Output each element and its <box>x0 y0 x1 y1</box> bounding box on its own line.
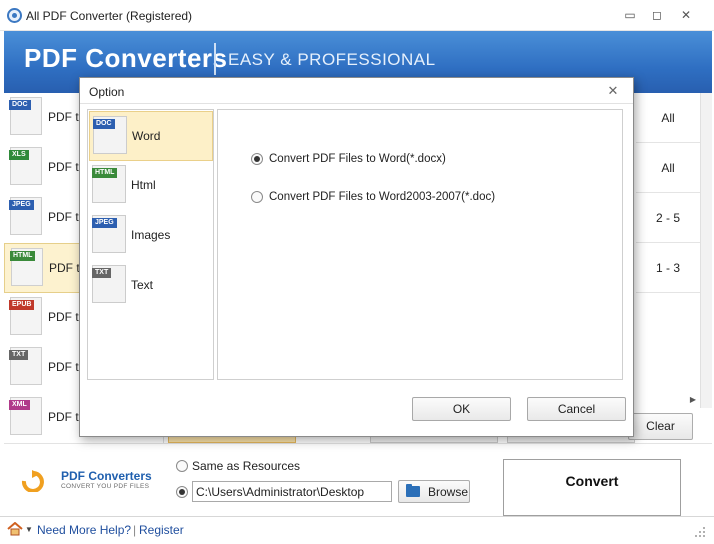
doc-file-icon: DOC <box>93 116 127 154</box>
html-file-icon: HTML <box>10 248 43 286</box>
vertical-scrollbar[interactable] <box>700 93 712 408</box>
logo-subtitle: CONVERT YOU PDF FILES <box>61 483 150 490</box>
banner-divider <box>214 43 216 75</box>
dialog-close-icon[interactable]: ✕ <box>605 83 621 99</box>
page-range-cell[interactable]: 2 - 5 <box>636 193 700 243</box>
page-range-cell[interactable]: 1 - 3 <box>636 243 700 293</box>
app-icon <box>7 8 22 23</box>
word-options-panel: Convert PDF Files to Word(*.docx) Conver… <box>217 109 623 380</box>
dialog-title-bar: Option ✕ <box>80 78 633 104</box>
maximize-button[interactable]: ◻ <box>645 6 669 24</box>
option-item-text[interactable]: TXT Text <box>89 261 213 311</box>
chevron-down-icon[interactable]: ▼ <box>25 525 33 534</box>
doc-file-icon: DOC <box>9 97 42 135</box>
dialog-title: Option <box>89 85 125 99</box>
register-link[interactable]: Register <box>139 523 184 537</box>
docx-format-radio[interactable] <box>251 153 263 165</box>
logo-arrow-icon <box>21 470 44 492</box>
doc-format-radio[interactable] <box>251 191 263 203</box>
title-bar: All PDF Converter (Registered) ▭ ◻ ✕ <box>0 0 714 31</box>
option-dialog: Option ✕ DOC Word HTML Html JPEG Images … <box>79 77 634 437</box>
clear-button[interactable]: Clear <box>628 413 693 440</box>
page-range-cell[interactable]: All <box>636 143 700 193</box>
custom-path-radio[interactable] <box>176 486 188 498</box>
browse-label: Browse <box>428 485 469 499</box>
output-path-input[interactable] <box>192 481 392 502</box>
option-item-label: Text <box>131 278 154 292</box>
jpeg-file-icon: JPEG <box>92 215 126 253</box>
same-as-resources-radio[interactable] <box>176 460 188 472</box>
brand-title: PDF Converters <box>24 43 228 73</box>
convert-button[interactable]: Convert <box>503 459 681 516</box>
same-as-resources-label: Same as Resources <box>192 459 301 473</box>
home-icon[interactable] <box>7 522 23 536</box>
resize-grip-icon[interactable] <box>694 526 706 538</box>
txt-file-icon: TXT <box>92 265 126 303</box>
page-range-cell[interactable]: All <box>636 93 700 143</box>
browse-button[interactable]: Browse <box>398 480 470 503</box>
option-item-word[interactable]: DOC Word <box>89 111 213 161</box>
doc-format-label: Convert PDF Files to Word2003-2007(*.doc… <box>269 191 496 203</box>
html-file-icon: HTML <box>92 165 126 203</box>
status-separator: | <box>133 523 137 537</box>
convert-label: Convert <box>565 473 619 489</box>
option-category-list: DOC Word HTML Html JPEG Images TXT Text <box>87 109 214 380</box>
logo-name: PDF Converters <box>61 469 152 483</box>
xml-file-icon: XML <box>9 397 42 435</box>
option-item-html[interactable]: HTML Html <box>89 161 213 211</box>
option-item-label: Word <box>132 129 161 143</box>
txt-file-icon: TXT <box>9 347 42 385</box>
minimize-button[interactable]: ▭ <box>618 6 642 24</box>
cancel-button[interactable]: Cancel <box>527 397 626 421</box>
docx-format-label: Convert PDF Files to Word(*.docx) <box>269 153 446 165</box>
jpeg-file-icon: JPEG <box>9 197 42 235</box>
window-title: All PDF Converter (Registered) <box>26 9 193 23</box>
option-item-label: Images <box>131 228 171 242</box>
option-item-images[interactable]: JPEG Images <box>89 211 213 261</box>
brand-tagline: EASY & PROFESSIONAL <box>228 50 436 69</box>
page-range-column: All All 2 - 5 1 - 3 <box>636 93 700 393</box>
ok-button[interactable]: OK <box>412 397 511 421</box>
folder-icon <box>406 484 420 497</box>
need-help-link[interactable]: Need More Help? <box>37 523 131 537</box>
epub-file-icon: EPUB <box>9 297 42 335</box>
xls-file-icon: XLS <box>9 147 42 185</box>
close-button[interactable]: ✕ <box>674 6 698 24</box>
scroll-right-arrow-icon[interactable]: ▶ <box>686 393 700 407</box>
option-item-label: Html <box>131 178 156 192</box>
